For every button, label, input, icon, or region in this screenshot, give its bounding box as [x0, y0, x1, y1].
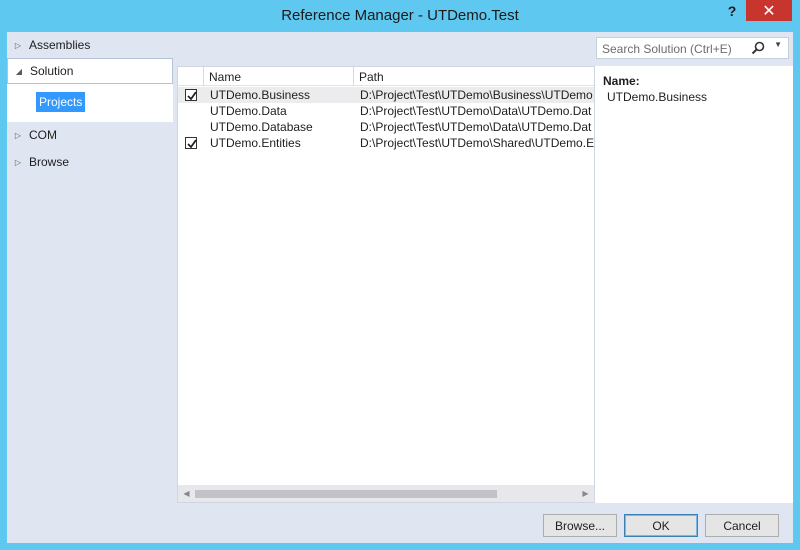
nav-item-projects[interactable]: Projects: [36, 92, 86, 112]
project-path: D:\Project\Test\UTDemo\Data\UTDemo.Dat: [360, 104, 592, 118]
list-header: Name Path: [178, 67, 594, 86]
nav-item-assemblies[interactable]: ▷ Assemblies: [7, 32, 173, 58]
category-nav: ▷ Assemblies ◢ Solution Projects ▷ COM ▷…: [7, 32, 175, 506]
detail-name-value: UTDemo.Business: [607, 90, 708, 104]
solution-children: Projects: [7, 84, 173, 122]
search-options-dropdown-icon[interactable]: ▼: [774, 40, 782, 49]
check-icon: [187, 139, 197, 149]
table-row[interactable]: UTDemo.Database D:\Project\Test\UTDemo\D…: [178, 119, 594, 135]
ok-button[interactable]: OK: [624, 514, 698, 537]
search-box[interactable]: Search Solution (Ctrl+E) ▼: [596, 37, 789, 59]
scroll-right-icon[interactable]: ▶: [577, 485, 594, 502]
search-input[interactable]: Search Solution (Ctrl+E): [602, 42, 732, 56]
reference-checkbox[interactable]: [185, 137, 197, 149]
table-row[interactable]: UTDemo.Data D:\Project\Test\UTDemo\Data\…: [178, 103, 594, 119]
browse-button[interactable]: Browse...: [543, 514, 617, 537]
detail-name-label: Name:: [603, 74, 640, 88]
scrollbar-thumb[interactable]: [195, 490, 497, 498]
help-button[interactable]: ?: [719, 0, 745, 21]
project-name: UTDemo.Entities: [210, 136, 301, 150]
nav-item-label: Assemblies: [29, 38, 91, 52]
check-icon: [187, 91, 197, 101]
projects-list: Name Path UTDemo.Business D:\Project\Tes…: [177, 66, 595, 503]
nav-item-com[interactable]: ▷ COM: [7, 122, 173, 148]
nav-item-solution[interactable]: ◢ Solution: [7, 58, 173, 84]
close-button[interactable]: ✕: [746, 0, 792, 21]
window-title: Reference Manager - UTDemo.Test: [281, 7, 519, 24]
collapse-triangle-icon: ◢: [15, 66, 23, 76]
column-header-name[interactable]: Name: [204, 67, 241, 86]
project-name: UTDemo.Data: [210, 104, 287, 118]
table-row[interactable]: UTDemo.Business D:\Project\Test\UTDemo\B…: [178, 87, 594, 103]
project-name: UTDemo.Database: [210, 120, 313, 134]
expand-triangle-icon: ▷: [14, 130, 22, 140]
project-name: UTDemo.Business: [210, 88, 311, 102]
reference-manager-window: Reference Manager - UTDemo.Test ? ✕ ▷ As…: [0, 0, 800, 550]
reference-checkbox[interactable]: [185, 89, 197, 101]
horizontal-scrollbar[interactable]: ◀ ▶: [178, 485, 594, 502]
detail-pane: Name: UTDemo.Business: [595, 66, 793, 503]
project-path: D:\Project\Test\UTDemo\Shared\UTDemo.E: [360, 136, 594, 150]
column-header-path[interactable]: Path: [354, 67, 384, 86]
cancel-button[interactable]: Cancel: [705, 514, 779, 537]
scroll-left-icon[interactable]: ◀: [178, 485, 195, 502]
expand-triangle-icon: ▷: [14, 157, 22, 167]
search-icon[interactable]: [750, 40, 766, 56]
nav-item-label: Solution: [30, 64, 74, 78]
title-bar: Reference Manager - UTDemo.Test ? ✕: [0, 0, 800, 32]
nav-item-browse[interactable]: ▷ Browse: [7, 149, 173, 175]
project-path: D:\Project\Test\UTDemo\Data\UTDemo.Dat: [360, 120, 592, 134]
table-row[interactable]: UTDemo.Entities D:\Project\Test\UTDemo\S…: [178, 135, 594, 151]
nav-item-label: COM: [29, 128, 57, 142]
nav-item-label: Browse: [29, 155, 70, 169]
project-path: D:\Project\Test\UTDemo\Business\UTDemo: [360, 88, 593, 102]
dialog-body: ▷ Assemblies ◢ Solution Projects ▷ COM ▷…: [7, 32, 793, 543]
expand-triangle-icon: ▷: [14, 40, 22, 50]
